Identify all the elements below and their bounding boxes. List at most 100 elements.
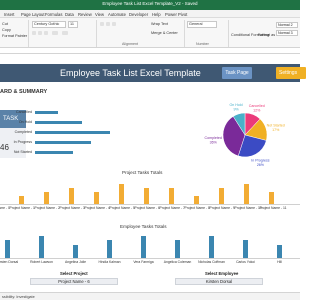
window-title-bar: Employee Task List Excel Template_V2 - S… <box>0 0 300 10</box>
tab-insert[interactable]: Insert <box>4 12 14 17</box>
column-bar <box>277 244 282 258</box>
column-label: Project Name - 7 <box>159 206 185 210</box>
tab-automate[interactable]: Automate <box>108 12 126 17</box>
column-bar <box>141 236 146 258</box>
column-label: Project Name - 11 <box>259 206 287 210</box>
pie-label: Completed <box>205 136 222 140</box>
column-label: Angelica Coleman <box>163 260 192 264</box>
bar <box>35 111 59 114</box>
ribbon-separator <box>96 20 97 47</box>
align-bottom-icon[interactable] <box>112 22 116 26</box>
column-bar <box>19 196 24 204</box>
pie-label: Not Started <box>267 124 285 128</box>
select-employee-label: Select Employee <box>205 271 239 276</box>
font-size-select[interactable]: 11 <box>68 21 78 28</box>
column-bar <box>94 192 99 204</box>
wrap-text-button[interactable]: Wrap Text <box>151 22 168 26</box>
column-bar <box>209 236 214 258</box>
column-bar <box>194 196 199 204</box>
number-format-select[interactable]: General <box>187 21 217 28</box>
merge-center-button[interactable]: Merge & Center <box>151 31 178 35</box>
column-label: Project Name - 1 <box>9 206 35 210</box>
bar <box>35 131 110 134</box>
bar-label: Cancelled <box>16 110 32 114</box>
bar <box>35 121 82 124</box>
pie-label: On Hold <box>229 103 242 107</box>
dashboard-title: Employee Task List Excel Template <box>60 68 201 78</box>
column-bar <box>269 192 274 204</box>
cell-style-normal-2[interactable]: Normal 2 <box>276 22 298 28</box>
chart-axis <box>0 258 300 259</box>
bold-icon[interactable] <box>32 31 36 35</box>
tab-help[interactable]: Help <box>152 12 161 17</box>
column-bar <box>144 188 149 204</box>
ribbon-separator <box>28 20 29 47</box>
column-label: Project Name - 8 <box>184 206 210 210</box>
column-label: Project Name - 10 <box>234 206 262 210</box>
select-employee-dropdown[interactable]: Kirsten Dorsal <box>175 278 263 285</box>
column-label: Kirsten Dorsal <box>0 260 19 264</box>
cell-style-normal-3[interactable]: Normal 3 <box>276 30 298 36</box>
ribbon-separator <box>184 20 185 47</box>
column-label: Project Name - 3 <box>59 206 85 210</box>
column-bar <box>119 184 124 204</box>
tab-formulas[interactable]: Formulas <box>45 12 62 17</box>
tab-data[interactable]: Data <box>65 12 74 17</box>
pie-value-label: 9% <box>233 108 239 112</box>
tab-view[interactable]: View <box>95 12 104 17</box>
dashboard-banner: Employee Task List Excel Template <box>0 64 300 82</box>
window-title: Employee Task List Excel Template_V2 - S… <box>102 1 198 6</box>
italic-icon[interactable] <box>38 31 42 35</box>
column-label: Hill <box>277 260 282 264</box>
cut-button[interactable]: Cut <box>2 22 8 26</box>
bar-label: On Hold <box>18 120 32 124</box>
format-painter-button[interactable]: Format Painter <box>2 34 27 38</box>
underline-icon[interactable] <box>44 31 48 35</box>
column-bar <box>175 240 180 258</box>
tab-developer[interactable]: Developer <box>129 12 148 17</box>
task-page-button[interactable]: Task Page <box>222 67 252 79</box>
column-label: Project Name - 0 <box>0 206 10 210</box>
accessibility-status: ssibility: Investigate <box>2 294 35 299</box>
column-bar <box>69 188 74 204</box>
borders-icon[interactable] <box>52 31 58 35</box>
fill-color-icon[interactable] <box>62 31 68 35</box>
column-label: Project Name - 4 <box>84 206 110 210</box>
formula-bar[interactable] <box>0 48 300 54</box>
column-bar <box>219 188 224 204</box>
font-name-select[interactable]: Century Gothic <box>32 21 66 28</box>
align-top-icon[interactable] <box>100 22 104 26</box>
bar-label: In Progress <box>13 140 32 144</box>
chart-axis <box>0 204 300 205</box>
tab-page-layout[interactable]: Page Layout <box>21 12 45 17</box>
group-number-label: Number <box>196 42 209 46</box>
column-label: Hindia Kalman <box>98 260 121 264</box>
status-bar: ssibility: Investigate <box>0 292 300 300</box>
column-bar <box>107 240 112 258</box>
tab-power-pivot[interactable]: Power Pivot <box>165 12 187 17</box>
select-project-dropdown[interactable]: Project Name - 6 <box>30 278 118 285</box>
bar <box>35 151 73 154</box>
ribbon-tabs: Insert Page Layout Formulas Data Review … <box>0 10 300 18</box>
column-label: Robert Lawson <box>30 260 53 264</box>
column-label: Project Name - 2 <box>34 206 60 210</box>
pie-label: In Progress <box>251 158 270 162</box>
column-label: Nicholas Coffman <box>198 260 225 264</box>
column-bar <box>5 240 10 258</box>
chart-title: Project Tasks Totals <box>122 170 163 175</box>
column-bar <box>244 184 249 204</box>
tab-review[interactable]: Review <box>78 12 92 17</box>
bar-label: Not Started <box>13 150 32 154</box>
column-label: Carlos Yokoi <box>236 260 255 264</box>
settings-button[interactable]: Settings <box>276 67 306 79</box>
column-bar <box>169 188 174 204</box>
align-middle-icon[interactable] <box>106 22 110 26</box>
pie-label: Cancelled <box>249 104 265 108</box>
section-title: ARD & SUMMARY <box>0 89 48 95</box>
column-label: Project Name - 9 <box>209 206 235 210</box>
column-bar <box>73 244 78 258</box>
copy-button[interactable]: Copy <box>2 28 11 32</box>
pie-value-label: 12% <box>253 109 261 113</box>
pie-value-label: 26% <box>257 163 265 167</box>
bar <box>35 141 92 144</box>
